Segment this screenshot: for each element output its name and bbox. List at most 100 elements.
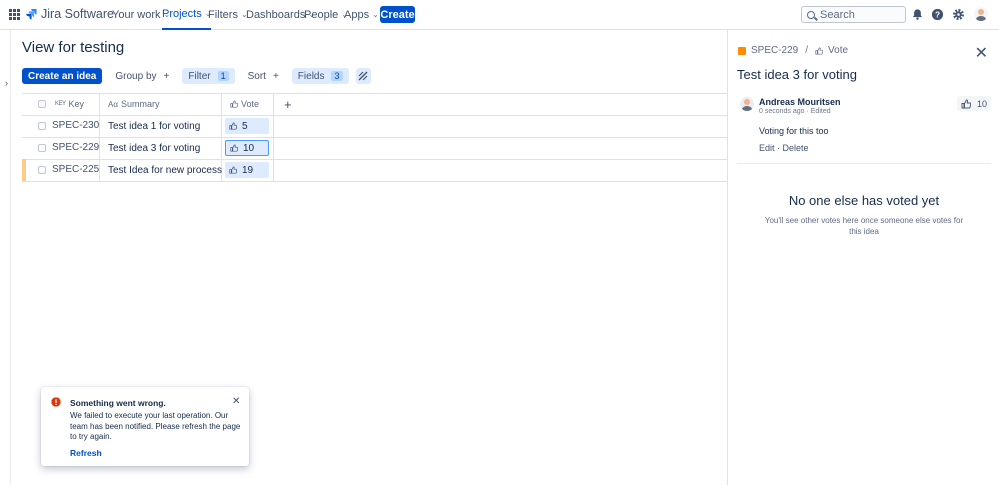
autofit-icon: [358, 71, 368, 81]
avatar[interactable]: [740, 97, 754, 111]
filter-button[interactable]: Filter 1: [182, 68, 235, 84]
checkbox[interactable]: [38, 100, 46, 108]
close-icon[interactable]: ✕: [232, 396, 240, 407]
thumbs-up-icon: [815, 46, 824, 55]
nav-filters[interactable]: Filters ⌄: [208, 0, 248, 30]
autofit-columns-button[interactable]: [355, 68, 371, 84]
thumbs-up-icon: [961, 99, 971, 108]
table-row[interactable]: SPEC-229 Test idea 3 for voting 10: [22, 137, 727, 159]
view-toolbar: Create an idea Group by + Filter 1 Sort …: [22, 68, 371, 84]
chevron-right-icon[interactable]: ›: [5, 78, 8, 88]
row-checkbox[interactable]: [38, 144, 46, 152]
row-summary[interactable]: Test Idea for new process: [108, 159, 222, 181]
group-by-button[interactable]: Group by +: [109, 68, 176, 84]
app-switcher-icon[interactable]: [9, 9, 20, 20]
error-flag: Something went wrong. ✕ We failed to exe…: [41, 387, 249, 466]
sort-button[interactable]: Sort +: [241, 68, 285, 84]
search-input[interactable]: Search: [801, 6, 906, 23]
vote-cell-selected[interactable]: 10: [225, 140, 269, 156]
row-checkbox[interactable]: [38, 122, 46, 130]
thumbs-up-icon: [230, 144, 238, 152]
group-by-label: Group by: [115, 70, 157, 82]
profile-avatar[interactable]: [974, 7, 988, 21]
error-title: Something went wrong.: [70, 398, 166, 408]
settings-icon[interactable]: [952, 8, 965, 21]
add-column-button[interactable]: +: [284, 93, 292, 115]
page-title: View for testing: [22, 39, 125, 56]
top-navigation: Jira Software Your work ⌄ Projects ⌄ Filte…: [0, 0, 999, 30]
sort-label: Sort: [247, 70, 266, 82]
header-label: Vote: [241, 99, 260, 109]
idea-detail-panel: SPEC-229 / Vote ✕ Test idea 3 for voting…: [727, 30, 999, 485]
comment-body: Voting for this too: [759, 126, 829, 136]
search-icon: [807, 10, 815, 19]
close-icon[interactable]: ✕: [975, 43, 988, 63]
help-icon[interactable]: ?: [931, 8, 944, 21]
breadcrumb-section[interactable]: Vote: [828, 45, 848, 56]
vote-count: 19: [242, 164, 254, 176]
row-key[interactable]: SPEC-229: [52, 137, 99, 159]
row-checkbox[interactable]: [38, 166, 46, 174]
notifications-icon[interactable]: [911, 8, 924, 21]
idea-title: Test idea 3 for voting: [737, 67, 857, 82]
nav-projects[interactable]: Projects ⌄: [162, 0, 212, 30]
row-summary[interactable]: Test idea 3 for voting: [108, 137, 200, 159]
column-header-summary[interactable]: Aα Summary: [108, 93, 159, 115]
column-header-key[interactable]: KEY Key: [55, 93, 84, 115]
vote-count-button[interactable]: 10: [957, 96, 991, 111]
breadcrumb-issue-key[interactable]: SPEC-229: [751, 45, 798, 56]
project-icon: [738, 46, 746, 55]
create-idea-button[interactable]: Create an idea: [22, 68, 103, 84]
nav-label: Dashboards: [246, 9, 306, 21]
sidebar-collapsed: ›: [0, 30, 11, 485]
nav-people[interactable]: People ⌄: [304, 0, 348, 30]
breadcrumb-separator: /: [805, 45, 809, 56]
text-field-icon: Aα: [108, 99, 118, 109]
chevron-down-icon: ⌄: [372, 10, 379, 19]
user-avatar-icon: [741, 99, 753, 111]
nav-label: Filters: [208, 9, 238, 21]
row-key[interactable]: SPEC-230: [52, 115, 99, 137]
filter-count-badge: 1: [217, 71, 229, 81]
refresh-link[interactable]: Refresh: [70, 448, 102, 458]
comment-actions: Edit · Delete: [759, 143, 809, 153]
filter-label: Filter: [188, 70, 211, 82]
error-message: We failed to execute your last operation…: [70, 411, 241, 441]
delete-link[interactable]: Delete: [783, 143, 809, 153]
nav-label: People: [304, 9, 339, 21]
vote-cell[interactable]: 19: [225, 162, 269, 178]
select-all-checkbox[interactable]: [38, 93, 46, 115]
search-placeholder: Search: [820, 8, 855, 21]
header-label: Summary: [120, 99, 160, 109]
comment-meta: 0 seconds ago · Edited: [759, 108, 831, 115]
row-key[interactable]: SPEC-225: [52, 159, 99, 181]
plus-icon: +: [272, 70, 279, 82]
thumbs-up-icon: [230, 100, 238, 108]
breadcrumb: SPEC-229 / Vote: [738, 45, 848, 56]
key-field-icon: KEY: [55, 101, 66, 107]
empty-state-title: No one else has voted yet: [788, 193, 940, 208]
thumbs-up-icon: [229, 122, 237, 130]
column-header-vote[interactable]: Vote: [230, 93, 259, 115]
empty-state-text: You'll see other votes here once someone…: [764, 216, 964, 236]
edit-link[interactable]: Edit: [759, 143, 775, 153]
jira-logo-icon: [26, 8, 37, 20]
jira-logo[interactable]: Jira Software: [26, 7, 114, 21]
nav-label: Projects: [162, 8, 202, 20]
create-button[interactable]: Create: [380, 6, 415, 23]
nav-label: Your work: [112, 9, 161, 21]
comment-author[interactable]: Andreas Mouritsen: [759, 97, 841, 107]
nav-apps[interactable]: Apps ⌄: [344, 0, 379, 30]
ideas-table: KEY Key Aα Summary Vote + SPEC-230 Test …: [22, 93, 727, 182]
header-label: Key: [68, 99, 85, 109]
nav-label: Apps: [344, 9, 370, 21]
row-summary[interactable]: Test idea 1 for voting: [108, 115, 200, 137]
fields-button[interactable]: Fields 3: [291, 68, 349, 84]
thumbs-up-icon: [229, 166, 237, 174]
fields-label: Fields: [297, 70, 325, 82]
table-row[interactable]: SPEC-230 Test idea 1 for voting 5: [22, 115, 727, 137]
table-row[interactable]: SPEC-225 Test Idea for new process 19: [22, 159, 727, 181]
product-name: Jira Software: [41, 7, 114, 21]
vote-cell[interactable]: 5: [225, 118, 269, 134]
vote-count-label: 10: [976, 98, 987, 109]
